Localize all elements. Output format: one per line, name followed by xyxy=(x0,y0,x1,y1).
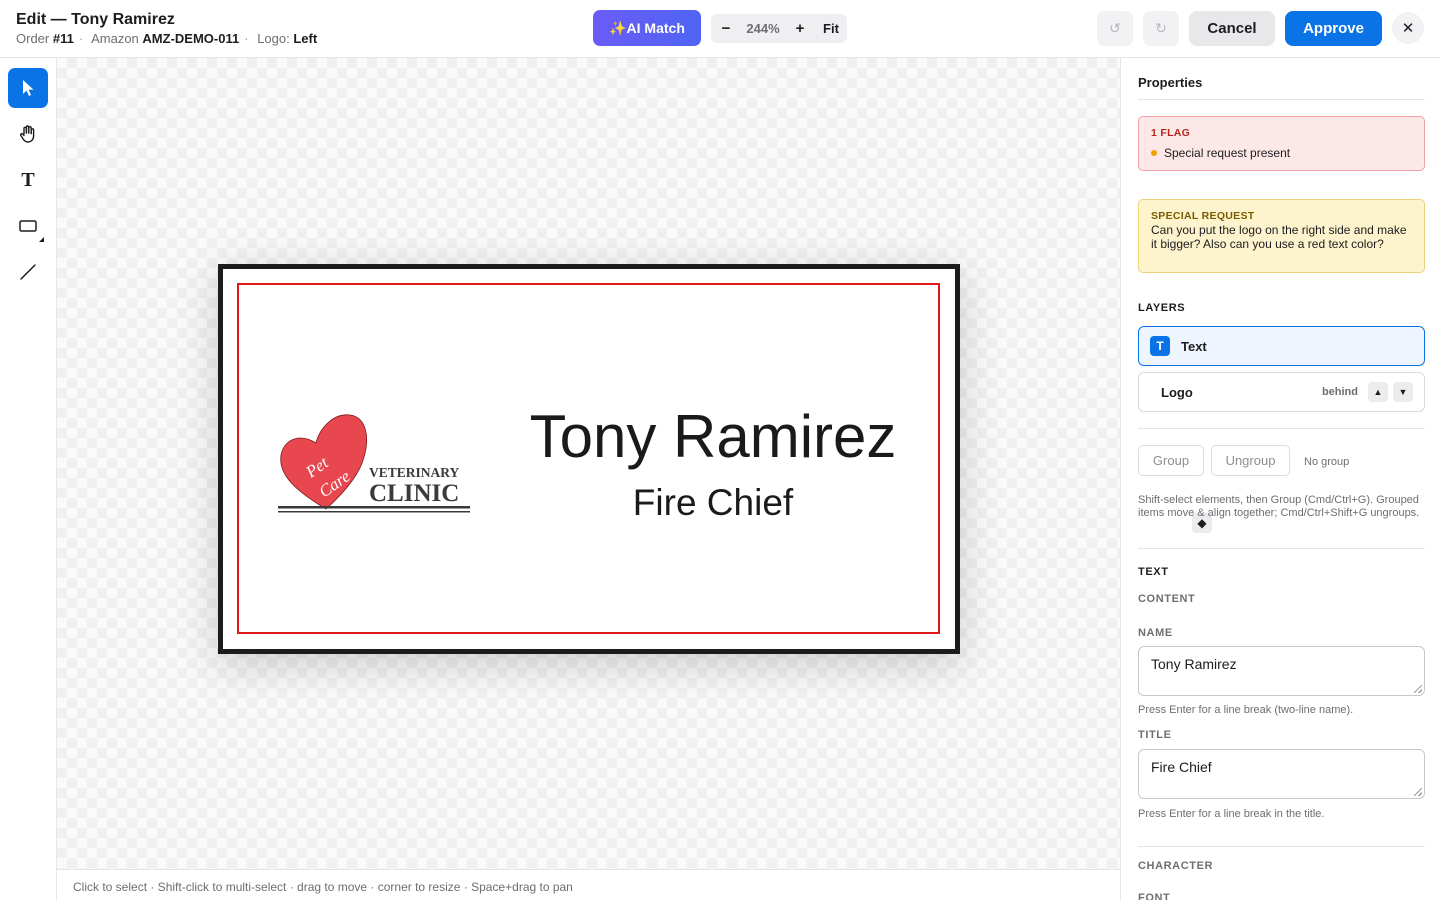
order-meta: Order #11 · Amazon AMZ-DEMO-011 · Logo: Le… xyxy=(16,31,318,46)
character-heading: CHARACTER xyxy=(1138,860,1214,872)
flag-item: Special request present xyxy=(1151,146,1290,160)
text-tool-icon: T xyxy=(21,168,35,191)
rectangle-icon xyxy=(19,220,37,232)
marketplace-label: Amazon xyxy=(91,31,139,46)
order-number: #11 xyxy=(52,31,74,46)
logo-underline-2 xyxy=(278,511,470,513)
pan-tool[interactable] xyxy=(8,114,48,154)
close-icon: ✕ xyxy=(1401,20,1415,37)
order-label: Order xyxy=(16,31,50,46)
logo-clinic-text: CLINIC xyxy=(369,480,459,507)
badge-title-text[interactable]: Fire Chief xyxy=(513,481,913,525)
zoom-out-button[interactable]: − xyxy=(711,20,741,37)
title-field-label: TITLE xyxy=(1138,729,1172,741)
warning-dot-icon xyxy=(1151,150,1157,156)
special-request-box: SPECIAL REQUEST Can you put the logo on … xyxy=(1138,199,1425,273)
marketplace-order-id: AMZ-DEMO-011 xyxy=(142,31,240,46)
content-subheading: CONTENT xyxy=(1138,593,1196,605)
layer-order-note: behind xyxy=(1321,386,1358,398)
name-badge[interactable]: Pet Care VETERINARY CLINIC Tony Ramirez … xyxy=(218,264,960,654)
flag-item-text: Special request present xyxy=(1164,146,1291,160)
shape-tool[interactable] xyxy=(8,206,48,246)
layer-name: Logo xyxy=(1161,384,1193,400)
move-layer-up-button[interactable]: ▲ xyxy=(1368,382,1388,402)
undo-button[interactable]: ↺ xyxy=(1097,11,1133,46)
title-block: Edit — Tony Ramirez Order #11 · Amazon AM… xyxy=(16,10,317,47)
properties-panel: Properties 1 FLAG Special request presen… xyxy=(1120,58,1440,900)
logo-position-label: Logo: xyxy=(257,31,290,46)
font-field-label: FONT xyxy=(1138,892,1171,900)
special-request-label: SPECIAL REQUEST xyxy=(1151,210,1255,222)
zoom-fit-button[interactable]: Fit xyxy=(815,21,847,36)
badge-name-text[interactable]: Tony Ramirez xyxy=(513,402,913,472)
resize-grip-icon[interactable] xyxy=(1414,685,1422,693)
layer-logo[interactable]: ◆ Logo behind ▲ ▼ xyxy=(1138,372,1425,533)
special-request-text: Can you put the logo on the right side a… xyxy=(1151,223,1407,251)
zoom-in-button[interactable]: + xyxy=(785,20,815,37)
select-tool[interactable] xyxy=(8,68,48,108)
divider xyxy=(1138,99,1425,100)
resize-grip-icon[interactable] xyxy=(1414,788,1422,796)
group-status: No group xyxy=(1304,456,1350,468)
flag-count: 1 FLAG xyxy=(1151,127,1191,139)
canvas-hint-bar: Click to select · Shift-click to multi-s… xyxy=(57,869,1120,900)
title-textarea[interactable]: Fire Chief xyxy=(1138,749,1425,799)
line-icon xyxy=(20,264,36,280)
divider xyxy=(1138,846,1425,847)
grouping-help-text: Shift-select elements, then Group (Cmd/C… xyxy=(1138,494,1420,519)
divider xyxy=(1138,428,1425,429)
title-help-text: Press Enter for a line break in the titl… xyxy=(1138,808,1325,820)
cancel-button[interactable]: Cancel xyxy=(1189,11,1275,46)
line-tool[interactable] xyxy=(8,252,48,292)
pet-care-clinic-logo[interactable]: Pet Care VETERINARY CLINIC xyxy=(276,409,476,514)
name-textarea[interactable]: Tony Ramirez xyxy=(1138,646,1425,696)
ungroup-button[interactable]: Ungroup xyxy=(1211,445,1290,476)
zoom-control: − 244% + Fit xyxy=(711,14,847,43)
approve-button[interactable]: Approve xyxy=(1285,11,1382,46)
text-layer-icon: T xyxy=(1150,336,1170,356)
tool-rail: T xyxy=(0,58,57,900)
arrow-down-icon: ▼ xyxy=(1398,387,1408,397)
logo-underline-1 xyxy=(278,506,470,509)
name-help-text: Press Enter for a line break (two-line n… xyxy=(1138,704,1354,716)
zoom-level: 244% xyxy=(746,21,780,36)
ai-match-button[interactable]: ✨AI Match xyxy=(593,10,701,46)
hand-icon xyxy=(20,125,35,143)
name-field-label: NAME xyxy=(1138,627,1173,639)
text-section-heading: TEXT xyxy=(1138,566,1169,578)
text-tool[interactable]: T xyxy=(8,160,48,200)
layer-text[interactable]: T Text xyxy=(1138,326,1425,366)
layer-name: Text xyxy=(1181,338,1207,354)
top-bar: Edit — Tony Ramirez Order #11 · Amazon AM… xyxy=(0,0,1440,58)
redo-icon: ↻ xyxy=(1155,20,1167,36)
move-layer-down-button[interactable]: ▼ xyxy=(1393,382,1413,402)
title-textarea-value: Fire Chief xyxy=(1151,759,1212,775)
arrow-up-icon: ▲ xyxy=(1373,387,1383,397)
design-canvas[interactable]: Pet Care VETERINARY CLINIC Tony Ramirez … xyxy=(57,58,1120,869)
cursor-arrow-icon xyxy=(23,80,34,96)
redo-button[interactable]: ↻ xyxy=(1143,11,1179,46)
logo-veterinary-text: VETERINARY xyxy=(369,465,460,480)
flags-alert: 1 FLAG Special request present xyxy=(1138,116,1425,171)
divider xyxy=(1138,548,1425,549)
undo-icon: ↺ xyxy=(1109,20,1121,36)
submenu-indicator-icon xyxy=(39,237,44,242)
name-textarea-value: Tony Ramirez xyxy=(1151,656,1237,672)
layers-heading: LAYERS xyxy=(1138,302,1186,314)
group-button[interactable]: Group xyxy=(1138,445,1204,476)
page-title: Edit — Tony Ramirez xyxy=(16,11,175,28)
panel-title: Properties xyxy=(1138,75,1203,90)
close-button[interactable]: ✕ xyxy=(1392,12,1424,44)
logo-position-value: Left xyxy=(293,31,318,46)
